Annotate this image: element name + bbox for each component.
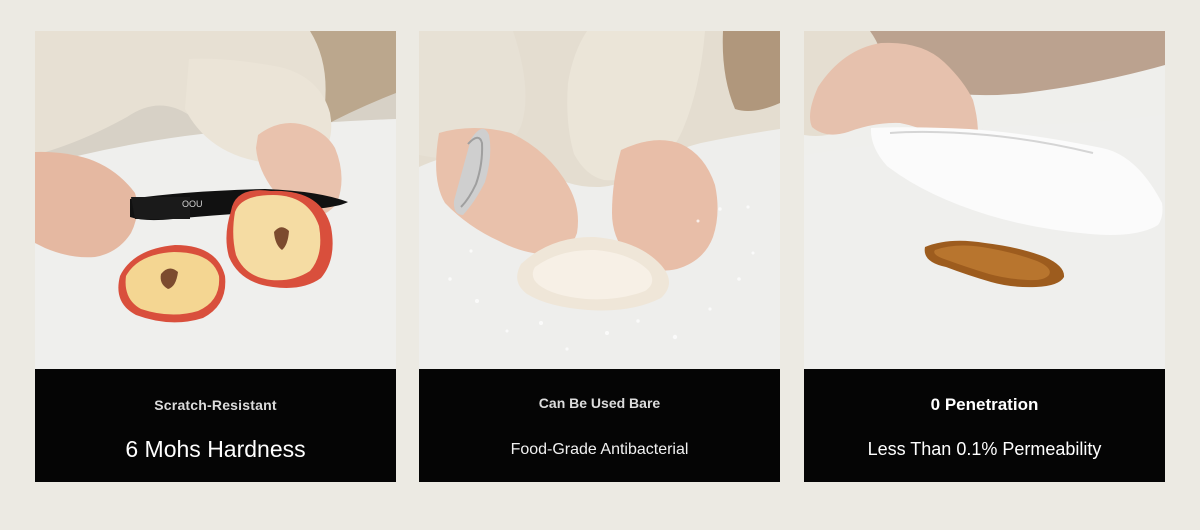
feature-caption: Scratch-Resistant 6 Mohs Hardness: [35, 369, 396, 482]
feature-caption: 0 Penetration Less Than 0.1% Permeabilit…: [804, 369, 1165, 482]
feature-caption: Can Be Used Bare Food-Grade Antibacteria…: [419, 369, 780, 482]
feature-subtitle: 6 Mohs Hardness: [125, 436, 306, 462]
feature-title: Can Be Used Bare: [538, 395, 661, 411]
feature-card-0-penetration: 0 Penetration Less Than 0.1% Permeabilit…: [804, 31, 1165, 482]
feature-card-can-be-used-bare: Can Be Used Bare Food-Grade Antibacteria…: [419, 31, 780, 482]
photo-kneading-dough: [419, 31, 780, 369]
photo-liquid-wipe-test: [804, 31, 1165, 369]
feature-title: 0 Penetration: [930, 395, 1039, 414]
feature-card-scratch-resistant: OOU Scratch-Resistant 6 Mohs Hardness: [35, 31, 396, 482]
feature-subtitle: Food-Grade Antibacterial: [510, 441, 689, 458]
photo-knife-cutting-apple: OOU: [35, 31, 396, 369]
feature-title: Scratch-Resistant: [154, 397, 277, 413]
feature-subtitle: Less Than 0.1% Permeability: [867, 439, 1102, 459]
knife-brand-mark: OOU: [182, 199, 203, 209]
